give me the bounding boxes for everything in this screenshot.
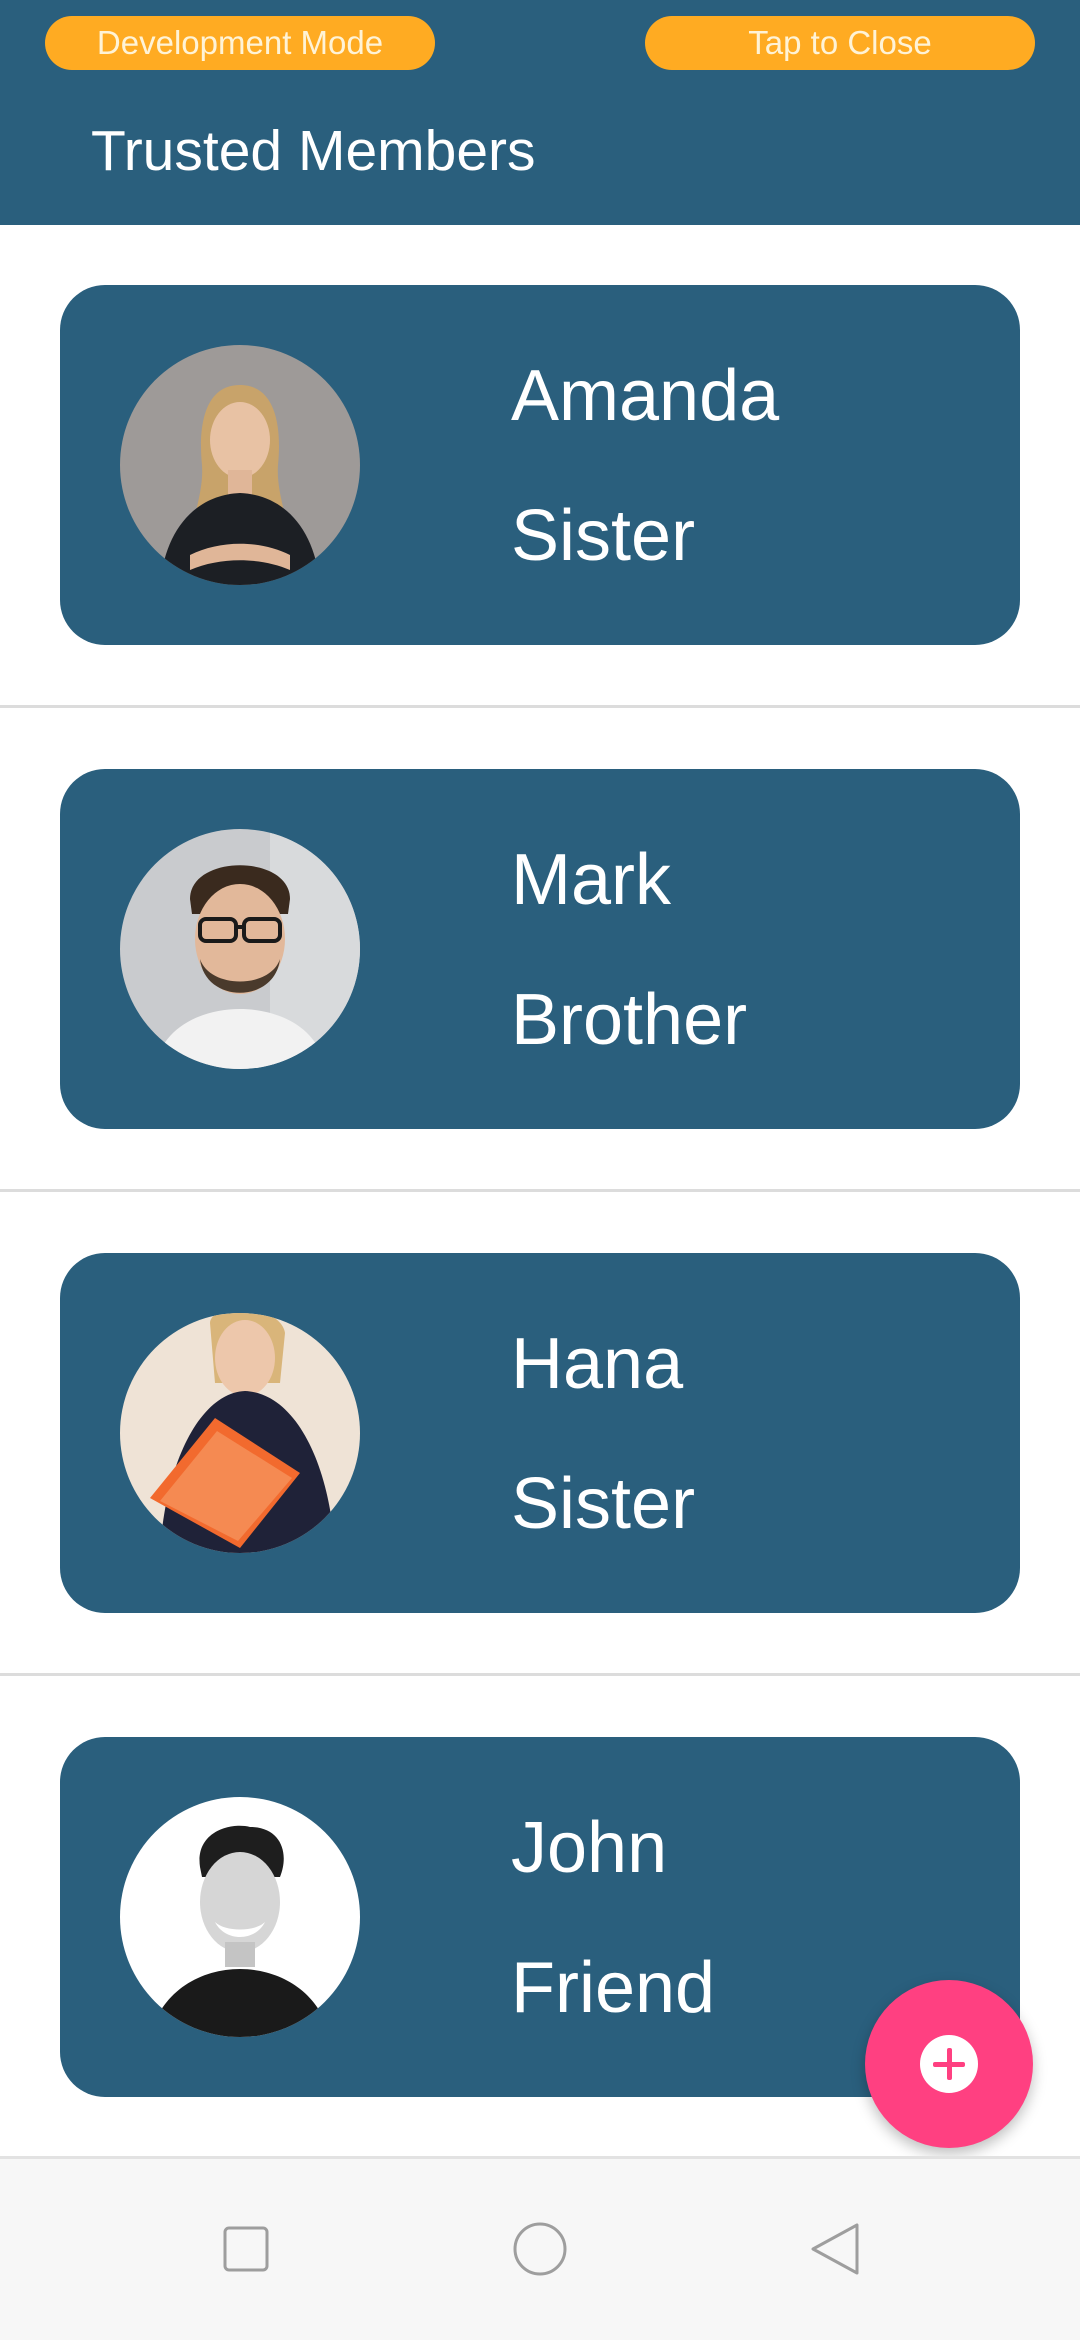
list-item[interactable]: Mark Brother xyxy=(0,709,1080,1193)
member-relation: Sister xyxy=(511,1464,696,1544)
recent-apps-button[interactable] xyxy=(206,2209,286,2289)
member-name: Hana xyxy=(511,1324,684,1404)
tap-to-close-button[interactable]: Tap to Close xyxy=(645,16,1035,70)
member-name: Mark xyxy=(511,840,671,920)
home-button[interactable] xyxy=(500,2209,580,2289)
divider xyxy=(0,705,1080,708)
recent-apps-icon xyxy=(223,2226,269,2272)
add-member-button[interactable] xyxy=(865,1980,1033,2148)
avatar xyxy=(120,345,360,585)
divider xyxy=(0,1189,1080,1192)
member-relation: Sister xyxy=(511,496,696,576)
back-button[interactable] xyxy=(795,2209,875,2289)
list-item[interactable]: Amanda Sister xyxy=(0,225,1080,709)
page-title: Trusted Members xyxy=(91,119,536,183)
member-card[interactable]: Hana Sister xyxy=(60,1253,1020,1613)
avatar xyxy=(120,1797,360,2037)
app-bar: Development Mode Tap to Close Trusted Me… xyxy=(0,0,1080,225)
add-icon xyxy=(920,2035,978,2093)
member-relation: Friend xyxy=(511,1948,716,2028)
member-name: Amanda xyxy=(511,356,780,436)
avatar xyxy=(120,1313,360,1553)
member-relation: Brother xyxy=(511,980,748,1060)
divider xyxy=(0,1673,1080,1676)
development-mode-badge[interactable]: Development Mode xyxy=(45,16,435,70)
back-icon xyxy=(811,2223,859,2275)
member-card[interactable]: Mark Brother xyxy=(60,769,1020,1129)
avatar xyxy=(120,829,360,1069)
member-card[interactable]: Amanda Sister xyxy=(60,285,1020,645)
navigation-bar xyxy=(0,2156,1080,2340)
home-icon xyxy=(513,2222,567,2276)
member-name: John xyxy=(511,1808,668,1888)
list-item[interactable]: Hana Sister xyxy=(0,1193,1080,1677)
